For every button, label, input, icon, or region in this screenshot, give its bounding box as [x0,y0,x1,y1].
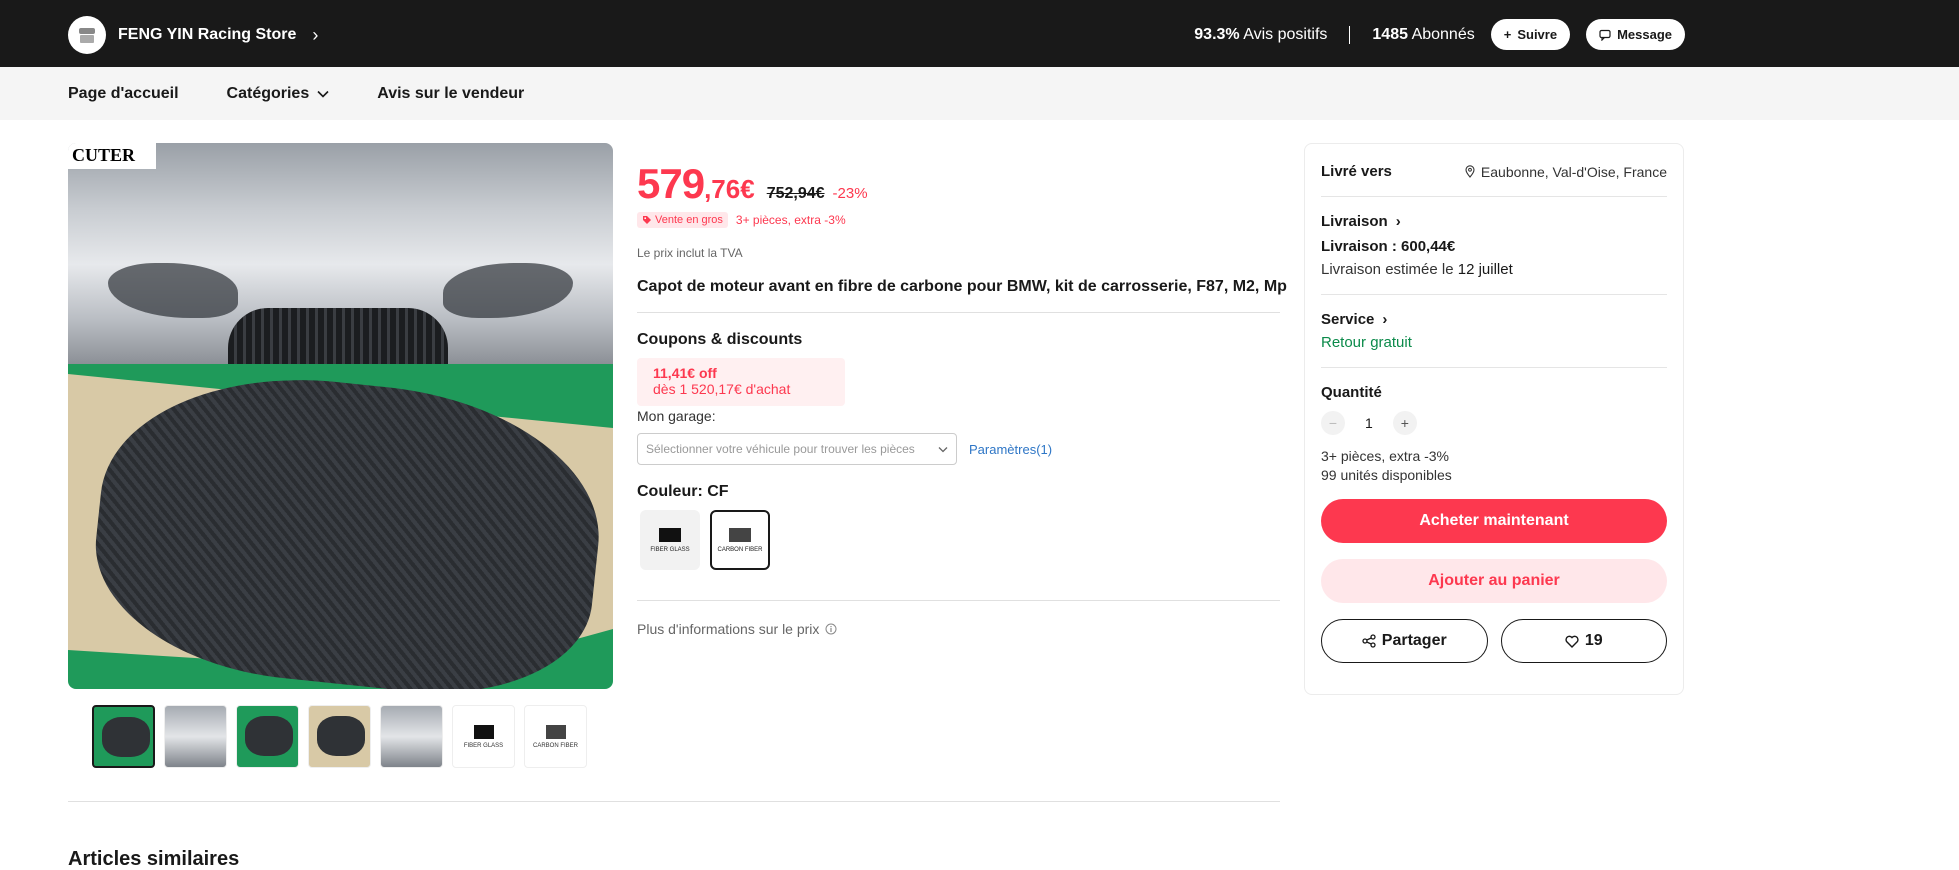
divider [68,801,1280,802]
store-nav: Page d'accueil Catégories Avis sur le ve… [0,67,1959,120]
thumbnail[interactable] [236,705,299,768]
delivery-estimate: Livraison estimée le 12 juillet [1321,261,1513,278]
chevron-right-icon: › [312,24,319,45]
info-icon [825,623,837,635]
thumbnail[interactable] [308,705,371,768]
thumbnail-strip: FIBER GLASS CARBON FIBER [92,705,587,768]
store-followers: 1485 Abonnés [1372,25,1475,43]
thumbnail[interactable]: CARBON FIBER [524,705,587,768]
plus-icon: + [1503,27,1512,42]
product-title: Capot de moteur avant en fibre de carbon… [637,278,1287,295]
quantity-heading: Quantité [1321,384,1382,401]
chevron-down-icon [938,446,948,452]
color-heading: Couleur: CF [637,483,729,500]
add-to-cart-button[interactable]: Ajouter au panier [1321,559,1667,603]
quantity-value[interactable]: 1 [1365,415,1373,431]
delivery-cost: Livraison : 600,44€ [1321,238,1456,255]
nav-categories[interactable]: Catégories [227,85,330,103]
decrease-quantity-button[interactable]: − [1321,411,1345,435]
main-product-image[interactable]: CUTER [68,143,613,689]
tax-note: Le prix inclut la TVA [637,246,743,260]
bulk-promo: 3+ pièces, extra -3% [735,213,846,227]
tag-icon [643,216,651,224]
carbon-hood-photo [68,358,613,689]
parameters-link[interactable]: Paramètres(1) [969,442,1052,457]
discount-percent: -23% [832,185,868,202]
share-button[interactable]: Partager [1321,619,1488,663]
store-logo [68,16,106,54]
similar-items-heading: Articles similaires [68,848,240,870]
ship-to-label: Livré vers [1321,163,1392,180]
delivery-heading[interactable]: Livraison › [1321,213,1667,230]
stock-available: 99 unités disponibles [1321,467,1452,483]
wholesale-badge: Vente en gros [637,212,728,228]
nav-home[interactable]: Page d'accueil [68,85,179,103]
color-option-carbon-fiber[interactable]: CARBON FIBER [710,510,770,570]
current-price: 579,76€ [637,160,755,207]
thumbnail[interactable] [164,705,227,768]
store-name: FENG YIN Racing Store [118,26,297,43]
thumbnail[interactable] [380,705,443,768]
coupons-heading: Coupons & discounts [637,331,803,348]
free-return: Retour gratuit [1321,334,1412,351]
location-pin-icon [1465,165,1475,178]
car-front-photo: CUTER [68,143,613,364]
message-button[interactable]: Message [1586,19,1685,50]
thumbnail[interactable] [92,705,155,768]
chevron-down-icon [317,90,329,98]
wishlist-button[interactable]: 19 [1500,619,1667,663]
heart-icon [1565,635,1579,648]
color-option-fiber-glass[interactable]: FIBER GLASS [640,510,700,570]
product-info: 579,76€ 752,94€ -23% Vente en gros 3+ pi… [637,160,1287,637]
buy-now-button[interactable]: Acheter maintenant [1321,499,1667,543]
ship-to-location[interactable]: Eaubonne, Val-d'Oise, France [1465,164,1667,180]
store-header: FENG YIN Racing Store › 93.3% Avis posit… [0,0,1959,67]
brand-logo: CUTER [68,143,156,169]
service-heading[interactable]: Service › [1321,311,1667,328]
coupon-card[interactable]: 11,41€ off dès 1 520,17€ d'achat [637,358,845,406]
purchase-card: Livré vers Eaubonne, Val-d'Oise, France … [1304,143,1684,695]
share-icon [1362,634,1376,648]
thumbnail[interactable]: FIBER GLASS [452,705,515,768]
chevron-right-icon: › [1395,213,1401,230]
increase-quantity-button[interactable]: + [1392,411,1417,435]
quantity-promo: 3+ pièces, extra -3% [1321,448,1450,464]
quantity-stepper: − 1 + [1321,411,1667,435]
follow-button[interactable]: + Suivre [1490,19,1571,50]
original-price: 752,94€ [766,185,825,202]
chevron-right-icon: › [1382,311,1388,328]
chat-icon [1599,29,1611,41]
more-price-info-link[interactable]: Plus d'informations sur le prix [637,621,1280,637]
vehicle-select[interactable]: Sélectionner votre véhicule pour trouver… [637,433,957,465]
price-row: 579,76€ 752,94€ -23% [637,160,1280,208]
nav-seller-reviews[interactable]: Avis sur le vendeur [377,85,524,103]
store-link[interactable]: FENG YIN Racing Store › [68,16,318,54]
store-rating: 93.3% Avis positifs [1194,25,1328,43]
divider [1349,25,1351,44]
garage-label: Mon garage: [637,408,716,424]
